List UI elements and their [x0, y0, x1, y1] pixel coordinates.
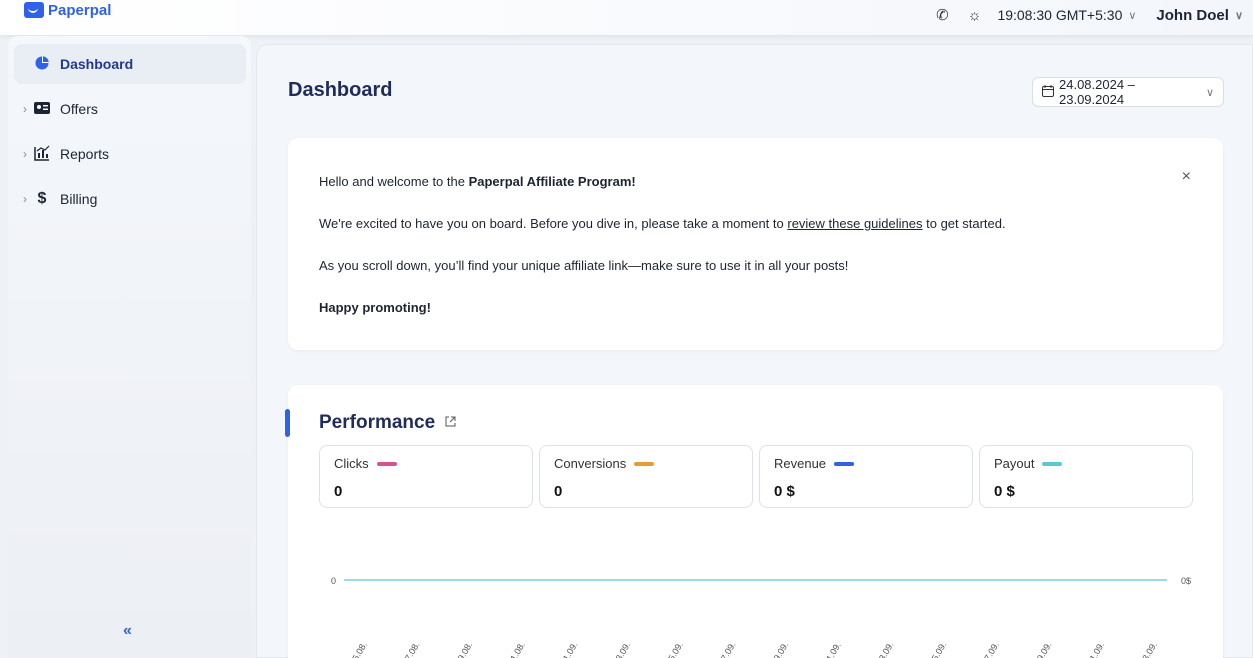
logo-icon [24, 2, 44, 18]
sidebar-item-dashboard[interactable]: Dashboard [14, 44, 246, 84]
metric-value: 0 [334, 483, 343, 500]
x-axis-tick-label: 13.09. [874, 640, 895, 658]
legend-swatch [834, 461, 855, 466]
x-axis-tick-label: 11.09. [822, 640, 843, 658]
x-axis-tick-label: 29.08. [453, 640, 474, 658]
metric-label: Payout [994, 456, 1063, 471]
x-axis-tick-label: 19.09. [1032, 640, 1053, 658]
sidebar-item-label: Dashboard [60, 56, 134, 72]
metric-conversions[interactable]: Conversions 0 [539, 445, 753, 508]
welcome-line-4: Happy promoting! [319, 300, 431, 315]
current-time: 19:08:30 GMT+5:30 [997, 7, 1123, 23]
sidebar-item-label: Billing [60, 191, 98, 207]
top-bar: Paperpal ✆ ☼ 19:08:30 GMT+5:30 ∨ John Do… [0, 0, 1253, 36]
metric-label-text: Clicks [334, 456, 369, 471]
bar-chart-icon [32, 145, 52, 164]
welcome-line-3: As you scroll down, you’ll find your uni… [319, 258, 849, 273]
phone-icon[interactable]: ✆ [933, 6, 951, 24]
chevron-right-icon: › [23, 147, 27, 161]
logo-text: Paperpal [48, 1, 112, 19]
chevron-right-icon: › [23, 102, 27, 116]
close-icon[interactable]: × [1182, 168, 1191, 186]
legend-swatch [1042, 461, 1063, 466]
performance-chart: 0 0$ 25.08. 27.08. 29.08. 31.08. 01.09. 03.09. 0… [331, 576, 1191, 658]
guidelines-link[interactable]: review these guidelines [787, 216, 922, 231]
top-right-controls: ✆ ☼ 19:08:30 GMT+5:30 ∨ John Doel ∨ [933, 0, 1243, 30]
metric-payout[interactable]: Payout 0 $ [979, 445, 1193, 508]
x-axis-tick-label: 15.09. [927, 640, 948, 658]
x-axis-tick-label: 07.09. [716, 640, 737, 658]
chevron-down-icon: ∨ [1234, 9, 1243, 22]
timezone-selector[interactable]: 19:08:30 GMT+5:30 ∨ [997, 7, 1136, 23]
sidebar-item-reports[interactable]: › Reports [14, 134, 246, 174]
date-range-value: 24.08.2024 – 23.09.2024 [1059, 77, 1135, 107]
metric-clicks[interactable]: Clicks 0 [319, 445, 533, 508]
metric-label-text: Revenue [774, 456, 827, 471]
metric-value: 0 $ [994, 483, 1015, 500]
right-axis-tick-label: 0$ [1181, 576, 1191, 586]
x-axis-tick-label: 01.09. [558, 640, 579, 658]
x-axis-tick-label: 25.08. [348, 640, 369, 658]
user-menu[interactable]: John Doel ∨ [1156, 7, 1243, 24]
section-accent-bar [285, 409, 290, 437]
pie-chart-icon [32, 55, 52, 73]
performance-title: Performance [319, 412, 456, 434]
page-title: Dashboard [288, 79, 393, 101]
x-axis-tick-label: 23.09. [1138, 640, 1159, 658]
x-axis-tick-label: 03.09. [611, 640, 632, 658]
chevron-right-icon: › [23, 192, 27, 206]
metric-value: 0 [554, 483, 563, 500]
external-link-icon[interactable] [445, 416, 456, 430]
sun-icon[interactable]: ☼ [965, 7, 983, 24]
performance-title-text: Performance [319, 412, 436, 433]
x-axis-tick-label: 21.09. [1085, 640, 1106, 658]
sidebar: Dashboard › Offers › Reports › $ Billing… [8, 36, 251, 658]
calendar-icon [1042, 84, 1054, 100]
x-axis-tick-label: 09.09. [769, 640, 790, 658]
performance-card: Performance Clicks 0 Conversions 0 Reven… [285, 385, 1223, 658]
welcome-text: We're excited to have you on board. Befo… [319, 216, 788, 231]
welcome-text: to get started. [922, 216, 1006, 231]
sidebar-item-offers[interactable]: › Offers [14, 89, 246, 129]
x-axis-tick-label: 17.09. [980, 640, 1001, 658]
metric-label-text: Payout [994, 456, 1035, 471]
metric-label-text: Conversions [554, 456, 627, 471]
legend-swatch [376, 461, 397, 466]
x-axis-tick-label: 31.08. [506, 640, 527, 658]
chevron-down-icon: ∨ [1205, 86, 1214, 99]
metric-revenue[interactable]: Revenue 0 $ [759, 445, 973, 508]
welcome-line-1: Hello and welcome to the Paperpal Affili… [319, 174, 636, 189]
left-axis-tick-label: 0 [331, 576, 336, 586]
sidebar-item-label: Offers [60, 101, 98, 117]
metric-label: Revenue [774, 456, 855, 471]
dollar-icon: $ [37, 190, 47, 207]
logo[interactable]: Paperpal [24, 0, 111, 24]
welcome-text: Hello and welcome to the [319, 174, 469, 189]
metric-value: 0 $ [774, 483, 795, 500]
welcome-line-2: We're excited to have you on board. Befo… [319, 216, 1006, 231]
x-axis-tick-label: 27.08. [400, 640, 421, 658]
legend-swatch [634, 461, 655, 466]
id-card-icon [32, 101, 52, 117]
welcome-card: × Hello and welcome to the Paperpal Affi… [288, 138, 1223, 350]
x-axis-tick-label: 05.09. [664, 640, 685, 658]
metric-label: Clicks [334, 456, 397, 471]
metric-label: Conversions [554, 456, 655, 471]
sidebar-item-billing[interactable]: › $ Billing [14, 179, 246, 219]
collapse-sidebar-button[interactable]: « [123, 622, 132, 640]
chevron-down-icon: ∨ [1128, 9, 1137, 22]
main-content: Dashboard 24.08.2024 – 23.09.2024 ∨ × He… [256, 44, 1253, 658]
user-name: John Doel [1156, 6, 1229, 24]
program-name: Paperpal Affiliate Program! [468, 174, 636, 189]
date-range-picker[interactable]: 24.08.2024 – 23.09.2024 ∨ [1032, 77, 1224, 107]
sidebar-item-label: Reports [60, 146, 110, 162]
